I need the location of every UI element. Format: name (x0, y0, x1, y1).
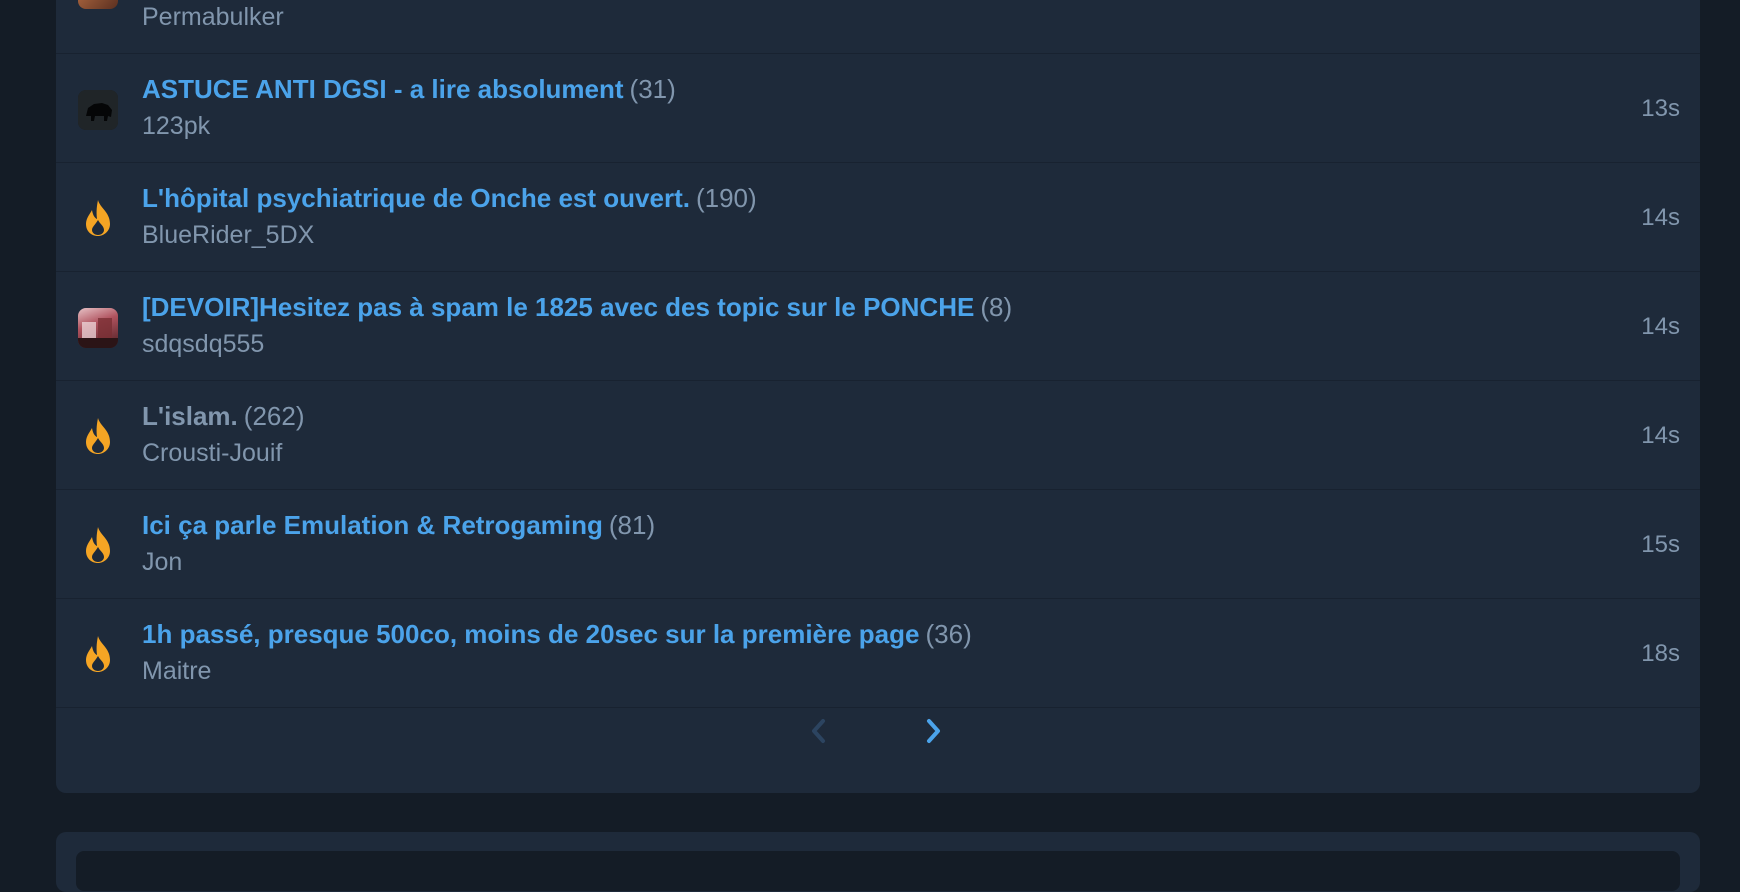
pagination (56, 711, 1700, 753)
topic-title[interactable]: [DEVOIR]Hesitez pas à spam le 1825 avec … (142, 292, 974, 322)
next-panel (56, 832, 1700, 892)
chevron-right-icon[interactable] (918, 713, 948, 749)
topic-time: 14s (1641, 422, 1680, 449)
topic-title-line: L'islam. (262) (142, 398, 304, 434)
topic-author[interactable]: Maitre (142, 653, 211, 689)
topic-title[interactable]: L'islam. (142, 401, 238, 431)
topic-row[interactable]: Permabulker 12s (56, 0, 1700, 54)
topic-time: 14s (1641, 313, 1680, 340)
topic-reply-count: (190) (695, 183, 757, 213)
fire-icon (86, 636, 110, 672)
fire-icon (86, 527, 110, 563)
topic-title[interactable]: L'hôpital psychiatrique de Onche est ouv… (142, 183, 690, 213)
topic-reply-count: (36) (925, 619, 972, 649)
topic-title-line: L'hôpital psychiatrique de Onche est ouv… (142, 180, 757, 216)
topic-row[interactable]: L'islam. (262) Crousti-Jouif 14s (56, 381, 1700, 490)
topic-title[interactable]: 1h passé, presque 500co, moins de 20sec … (142, 619, 920, 649)
topic-reply-count: (81) (608, 510, 656, 540)
topic-author[interactable]: 123pk (142, 108, 210, 144)
topic-row[interactable]: L'hôpital psychiatrique de Onche est ouv… (56, 163, 1700, 272)
topic-time: 13s (1641, 95, 1680, 122)
topic-row[interactable]: [DEVOIR]Hesitez pas à spam le 1825 avec … (56, 272, 1700, 381)
topic-author[interactable]: sdqsdq555 (142, 326, 264, 362)
topic-author[interactable]: Jon (142, 544, 182, 580)
user-avatar (78, 90, 118, 130)
topic-row[interactable]: Ici ça parle Emulation & Retrogaming (81)… (56, 490, 1700, 599)
fire-icon (86, 418, 110, 454)
topic-title-line: Ici ça parle Emulation & Retrogaming (81) (142, 507, 655, 543)
topic-time: 14s (1641, 204, 1680, 231)
topic-list-panel: Permabulker 12s ASTUCE ANTI DGSI - a lir… (56, 0, 1700, 793)
topic-time: 18s (1641, 640, 1680, 667)
topic-reply-count: (31) (629, 74, 676, 104)
topic-author[interactable]: Crousti-Jouif (142, 435, 282, 471)
user-avatar (78, 308, 118, 348)
topic-row[interactable]: 1h passé, presque 500co, moins de 20sec … (56, 599, 1700, 708)
topic-row[interactable]: ASTUCE ANTI DGSI - a lire absolument (31)… (56, 54, 1700, 163)
topic-title-line: 1h passé, presque 500co, moins de 20sec … (142, 616, 972, 652)
topic-time: 15s (1641, 531, 1680, 558)
next-panel-content (76, 851, 1680, 891)
topic-title[interactable]: Ici ça parle Emulation & Retrogaming (142, 510, 603, 540)
topic-reply-count: (262) (243, 401, 305, 431)
user-avatar (78, 0, 118, 9)
topic-author[interactable]: Permabulker (142, 0, 284, 35)
chevron-left-icon[interactable] (804, 713, 834, 749)
topic-reply-count: (8) (980, 292, 1013, 322)
topic-title-line: ASTUCE ANTI DGSI - a lire absolument (31) (142, 71, 676, 107)
topic-title[interactable]: ASTUCE ANTI DGSI - a lire absolument (142, 74, 624, 104)
topic-title-line: [DEVOIR]Hesitez pas à spam le 1825 avec … (142, 289, 1012, 325)
topic-author[interactable]: BlueRider_5DX (142, 217, 314, 253)
fire-icon (86, 200, 110, 236)
